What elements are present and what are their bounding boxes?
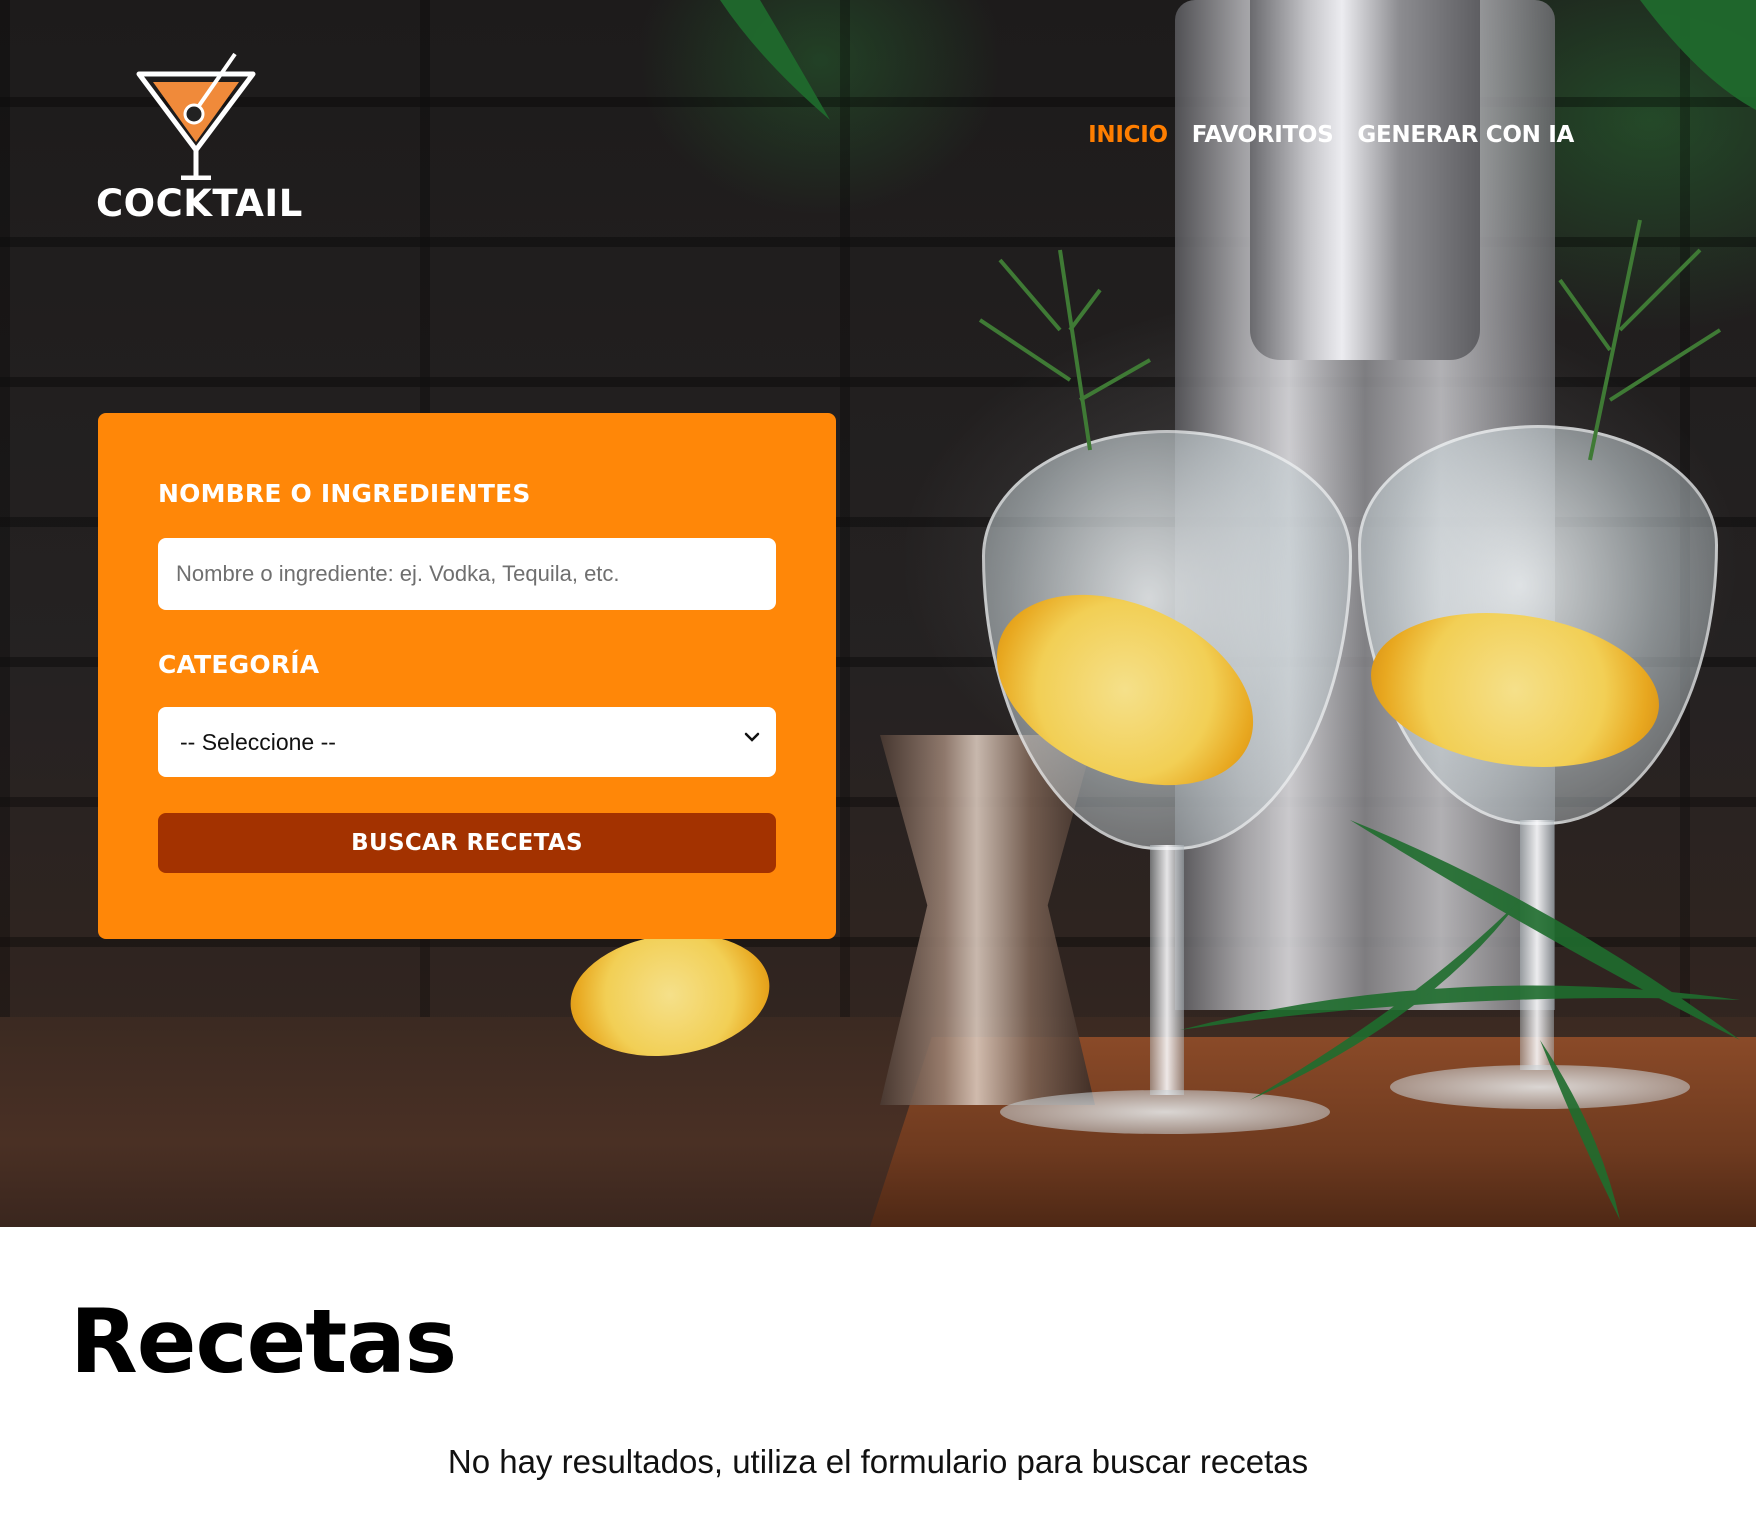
brand-name: COCKTAIL <box>96 182 303 225</box>
glass-stem-right <box>1520 820 1554 1070</box>
chevron-down-icon <box>744 732 760 742</box>
category-field-label: CATEGORÍA <box>158 650 320 679</box>
glass-foot-left <box>1000 1090 1330 1134</box>
search-form: NOMBRE O INGREDIENTES CATEGORÍA -- Selec… <box>98 413 836 939</box>
main-nav: INICIO FAVORITOS GENERAR CON IA <box>1088 122 1574 148</box>
name-or-ingredient-input[interactable] <box>158 538 776 610</box>
hero-section: COCKTAIL INICIO FAVORITOS GENERAR CON IA… <box>0 0 1756 1227</box>
category-select[interactable]: -- Seleccione -- <box>158 707 776 777</box>
search-recipes-button[interactable]: BUSCAR RECETAS <box>158 813 776 873</box>
brand-logo[interactable]: COCKTAIL <box>96 50 303 225</box>
nav-item-favoritos[interactable]: FAVORITOS <box>1192 122 1334 148</box>
empty-results-message: No hay resultados, utiliza el formulario… <box>447 1443 1309 1480</box>
results-title: Recetas <box>70 1290 457 1393</box>
glass-foot-right <box>1390 1065 1690 1109</box>
nav-item-generar-con-ia[interactable]: GENERAR CON IA <box>1357 122 1574 148</box>
name-field-label: NOMBRE O INGREDIENTES <box>158 479 531 508</box>
shaker-cap <box>1250 0 1480 360</box>
martini-glass-icon <box>136 52 256 180</box>
glass-stem-left <box>1150 845 1184 1095</box>
nav-item-inicio[interactable]: INICIO <box>1088 122 1168 148</box>
category-selected-value: -- Seleccione -- <box>180 728 336 755</box>
